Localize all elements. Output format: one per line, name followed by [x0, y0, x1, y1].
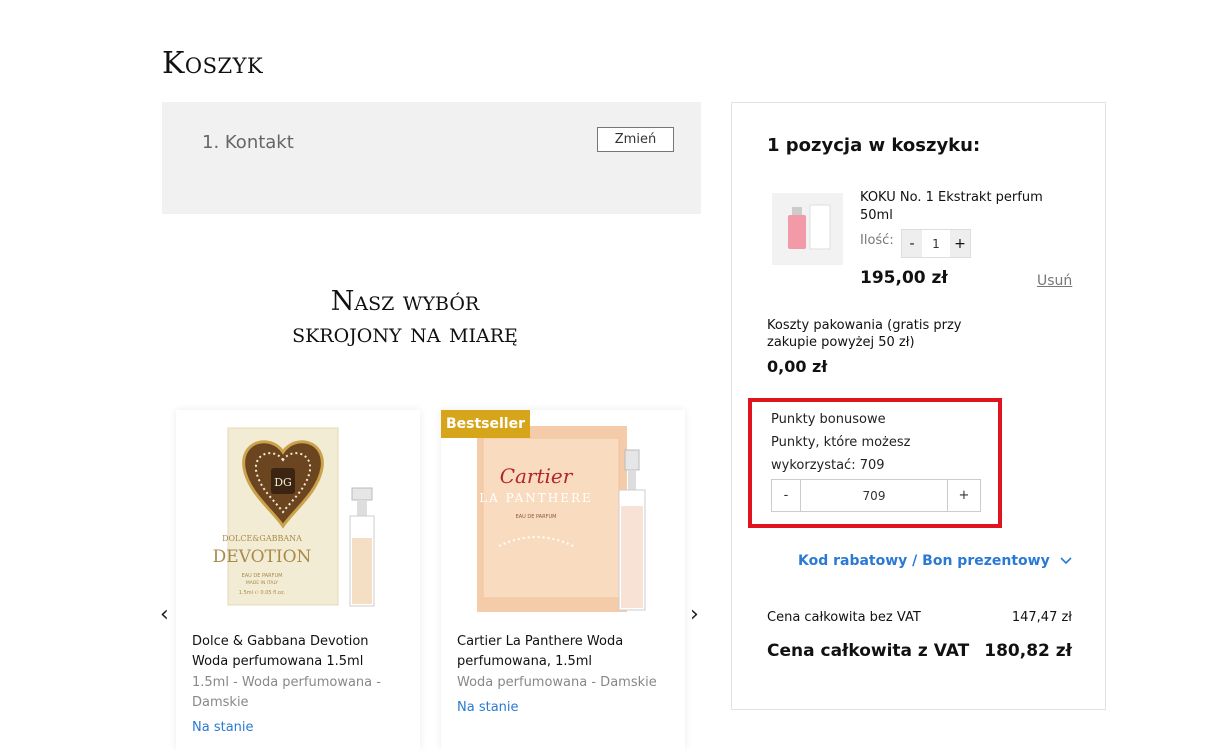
bonus-points-available-line-1: Punkty, które możesz: [771, 435, 911, 450]
bonus-points-available-line-2: wykorzystać: 709: [771, 458, 885, 473]
coupon-toggle[interactable]: Kod rabatowy / Bon prezentowy: [798, 553, 1072, 569]
gross-total-value: 180,82 zł: [984, 641, 1072, 661]
coupon-label[interactable]: Kod rabatowy / Bon prezentowy: [798, 553, 1050, 569]
quantity-increase-button[interactable]: +: [950, 230, 970, 257]
stock-status: Na stanie: [457, 700, 519, 715]
quantity-value[interactable]: 1: [922, 230, 950, 257]
cart-summary-panel: 1 pozycja w koszyku: KOKU No. 1 Ekstrakt…: [731, 102, 1106, 710]
devotion-origin-text: MADE IN ITALY: [246, 580, 279, 586]
cart-summary-title: 1 pozycja w koszyku:: [767, 135, 981, 156]
cart-item-name[interactable]: KOKU No. 1 Ekstrakt perfum 50ml: [860, 189, 1060, 225]
bonus-points-increase-button[interactable]: +: [947, 480, 980, 511]
bonus-points-title: Punkty bonusowe: [771, 412, 886, 427]
bonus-points-input[interactable]: 709: [801, 480, 947, 511]
chevron-down-icon[interactable]: [1060, 557, 1072, 565]
packaging-cost-label: Koszty pakowania (gratis przy zakupie po…: [767, 318, 962, 350]
stock-status: Na stanie: [192, 720, 254, 735]
devotion-type-text: EAU DE PARFUM: [242, 573, 283, 579]
cartier-brand-text: Cartier: [500, 464, 574, 488]
devotion-size-text: 1.5ml ℮ 0.05 fl.oz.: [239, 590, 286, 596]
contact-step-title: 1. Kontakt: [202, 132, 294, 153]
net-total-row: Cena całkowita bez VAT 147,47 zł: [767, 610, 1072, 625]
devotion-brand-text: DOLCE&GABBANA: [222, 534, 302, 543]
quantity-stepper: - 1 +: [901, 229, 971, 258]
product-card[interactable]: Cartier LA PANTHERE EAU DE PARFUM Cartie…: [441, 410, 685, 750]
product-card[interactable]: DG DOLCE&GABBANA DEVOTION EAU DE PARFUM …: [176, 410, 420, 750]
cartier-type-text: EAU DE PARFUM: [516, 514, 557, 520]
cartier-line-text: LA PANTHERE: [479, 491, 593, 505]
remove-item-link[interactable]: Usuń: [1037, 273, 1072, 289]
packaging-cost-value: 0,00 zł: [767, 357, 828, 376]
chevron-right-icon[interactable]: ›: [690, 602, 699, 627]
product-image-la-panthere[interactable]: Cartier LA PANTHERE EAU DE PARFUM: [441, 410, 685, 620]
product-subtitle: 1.5ml - Woda perfumowana - Damskie: [192, 675, 381, 710]
product-image-devotion[interactable]: DG DOLCE&GABBANA DEVOTION EAU DE PARFUM …: [176, 410, 420, 620]
gross-total-row: Cena całkowita z VAT 180,82 zł: [767, 641, 1072, 661]
product-name[interactable]: Dolce & Gabbana Devotion Woda perfumowan…: [192, 632, 407, 672]
bonus-points-stepper: - 709 +: [771, 479, 981, 512]
recommendations-title: Nasz wybór skrojony na miarę: [162, 286, 648, 350]
net-total-label: Cena całkowita bez VAT: [767, 610, 921, 625]
bonus-points-section: Punkty bonusowe Punkty, które możesz wyk…: [748, 398, 1002, 528]
cart-item-image[interactable]: [772, 193, 843, 265]
net-total-value: 147,47 zł: [1011, 610, 1072, 625]
cart-item-price: 195,00 zł: [860, 268, 948, 288]
bestseller-badge: Bestseller: [441, 410, 530, 438]
bonus-points-decrease-button[interactable]: -: [772, 480, 801, 511]
chevron-left-icon[interactable]: ‹: [160, 602, 169, 627]
quantity-label: Ilość:: [860, 233, 894, 248]
devotion-line-text: DEVOTION: [213, 547, 312, 567]
gross-total-label: Cena całkowita z VAT: [767, 641, 970, 661]
recommendations-title-line-1: Nasz wybór: [330, 286, 480, 317]
recommendations-title-line-2: skrojony na miarę: [292, 318, 518, 349]
contact-step-panel: 1. Kontakt Zmień: [162, 102, 701, 214]
page-title: Koszyk: [162, 46, 264, 81]
devotion-logo-text: DG: [274, 476, 292, 489]
quantity-decrease-button[interactable]: -: [902, 230, 922, 257]
product-subtitle: Woda perfumowana - Damskie: [457, 675, 657, 690]
product-name[interactable]: Cartier La Panthere Woda perfumowana, 1.…: [457, 632, 672, 672]
change-contact-button[interactable]: Zmień: [597, 127, 674, 152]
